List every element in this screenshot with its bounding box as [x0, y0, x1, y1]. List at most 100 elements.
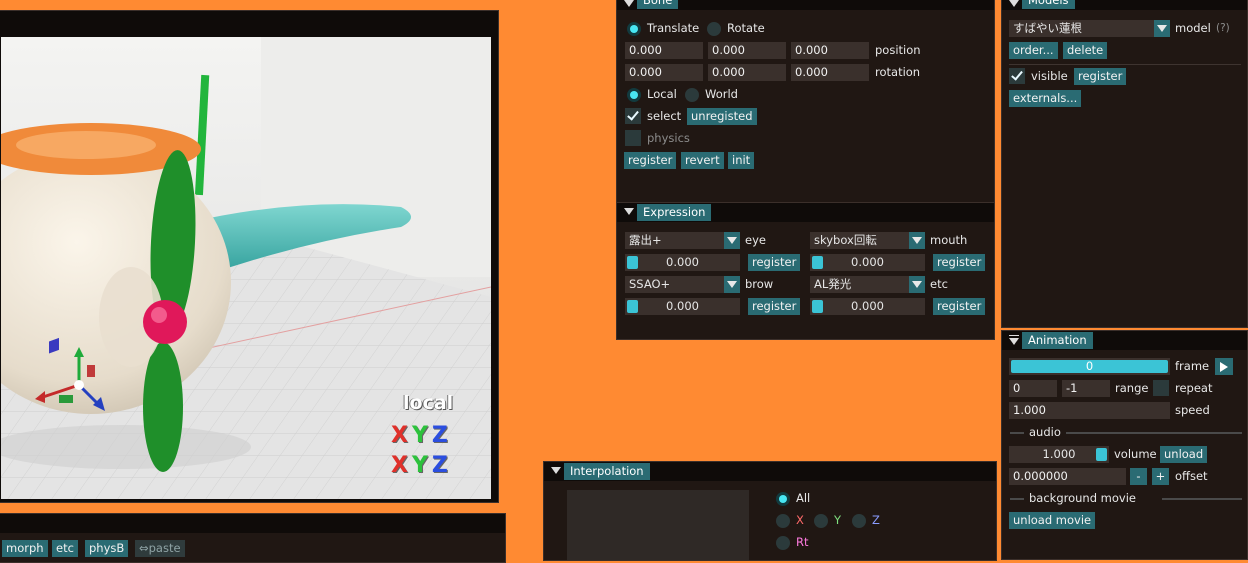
select-checkbox[interactable] — [625, 108, 641, 124]
bone-register-button[interactable]: register — [624, 152, 677, 169]
chevron-down-icon[interactable] — [909, 232, 925, 249]
chevron-down-icon[interactable] — [724, 276, 740, 293]
rotate-radio[interactable] — [707, 22, 721, 36]
mouth-select-value: skybox回転 — [814, 233, 877, 247]
brow-register-button[interactable]: register — [748, 298, 801, 315]
brow-slider[interactable]: 0.000 — [625, 298, 740, 315]
interp-all-radio[interactable] — [776, 492, 790, 506]
range-start-input[interactable]: 0 — [1009, 380, 1057, 397]
speed-input[interactable]: 1.000 — [1009, 402, 1170, 419]
rotate-label: Rotate — [727, 21, 765, 35]
volume-slider[interactable]: 1.000 — [1009, 446, 1109, 463]
collapse-icon[interactable] — [1009, 0, 1019, 7]
brow-select[interactable]: SSAO+ — [625, 276, 740, 293]
rotation-z-input[interactable]: 0.000 — [791, 64, 869, 81]
offset-minus-button[interactable]: - — [1130, 468, 1147, 485]
collapse-icon[interactable] — [624, 208, 634, 215]
interpolation-curve-canvas[interactable] — [567, 490, 749, 560]
unload-movie-button[interactable]: unload movie — [1009, 512, 1096, 529]
position-x-input[interactable]: 0.000 — [625, 42, 703, 59]
axis-x-toggle-2[interactable]: X — [391, 453, 412, 478]
interp-y-radio[interactable] — [814, 514, 828, 528]
mouth-slider[interactable]: 0.000 — [810, 254, 925, 271]
offset-input[interactable]: 0.000000 — [1009, 468, 1126, 485]
chevron-down-icon[interactable] — [724, 232, 740, 249]
audio-separator-left — [1010, 432, 1024, 434]
order-button[interactable]: order... — [1009, 42, 1058, 59]
etc-register-button[interactable]: register — [933, 298, 986, 315]
etc-slider-value: 0.000 — [851, 299, 884, 313]
frame-slider[interactable]: 0 — [1009, 358, 1170, 375]
axis-y-toggle[interactable]: Y — [412, 423, 432, 448]
etc-slider[interactable]: 0.000 — [810, 298, 925, 315]
eye-slider-value: 0.000 — [666, 255, 699, 269]
position-y-input[interactable]: 0.000 — [708, 42, 786, 59]
chevron-down-icon[interactable] — [1154, 20, 1170, 37]
range-label: range — [1115, 381, 1149, 395]
visible-checkbox[interactable] — [1009, 68, 1025, 84]
etc-select[interactable]: AL発光 — [810, 276, 925, 293]
interp-rt-radio[interactable] — [776, 536, 790, 550]
help-icon[interactable]: (?) — [1216, 20, 1230, 37]
delete-button[interactable]: delete — [1063, 42, 1108, 59]
animation-tab[interactable]: Animation — [1022, 332, 1093, 349]
model-select-value: すばやい蓮根 — [1013, 21, 1082, 35]
paste-button[interactable]: ⇔paste — [135, 540, 185, 557]
offset-plus-button[interactable]: + — [1152, 468, 1169, 485]
eye-select[interactable]: 露出+ — [625, 232, 740, 249]
collapse-icon[interactable] — [1009, 335, 1019, 345]
volume-slider-value: 1.000 — [1042, 447, 1076, 461]
interp-x-radio[interactable] — [776, 514, 790, 528]
audio-unload-button[interactable]: unload — [1160, 446, 1208, 463]
physics-checkbox[interactable] — [625, 130, 641, 146]
rotation-y-input[interactable]: 0.000 — [708, 64, 786, 81]
etc-label: etc — [930, 277, 948, 291]
collapse-icon[interactable] — [551, 467, 561, 474]
models-tab[interactable]: Models — [1022, 0, 1075, 9]
viewport-canvas[interactable]: local XYZ XYZ — [1, 37, 491, 499]
mouth-slider-value: 0.000 — [851, 255, 884, 269]
chevron-down-icon[interactable] — [909, 276, 925, 293]
externals-button[interactable]: externals... — [1009, 90, 1082, 107]
models-register-button[interactable]: register — [1074, 68, 1127, 85]
axis-x-toggle[interactable]: X — [391, 423, 412, 448]
viewport-panel: local XYZ XYZ — [0, 10, 499, 503]
world-radio[interactable] — [685, 88, 699, 102]
axis-z-toggle-2[interactable]: Z — [432, 453, 452, 478]
expression-tab[interactable]: Expression — [637, 204, 712, 221]
mouth-select[interactable]: skybox回転 — [810, 232, 925, 249]
world-label: World — [705, 87, 738, 101]
play-button[interactable] — [1215, 358, 1233, 375]
axis-y-toggle-2[interactable]: Y — [412, 453, 432, 478]
physb-button[interactable]: physB — [85, 540, 129, 557]
gizmo-mode-label: local — [403, 392, 454, 414]
position-z-input[interactable]: 0.000 — [791, 42, 869, 59]
rotation-x-input[interactable]: 0.000 — [625, 64, 703, 81]
init-button[interactable]: init — [728, 152, 755, 169]
range-end-input[interactable]: -1 — [1062, 380, 1110, 397]
expression-titlebar: Expression — [617, 203, 994, 222]
eye-slider[interactable]: 0.000 — [625, 254, 740, 271]
interpolation-panel: Interpolation All X Y Z Rt — [543, 461, 997, 561]
local-radio[interactable] — [627, 88, 641, 102]
unregisted-button[interactable]: unregisted — [687, 108, 757, 125]
interpolation-tab[interactable]: Interpolation — [564, 463, 650, 480]
slider-knob[interactable] — [1096, 448, 1107, 461]
etc-button[interactable]: etc — [52, 540, 78, 557]
bgmovie-separator-left — [1010, 498, 1024, 500]
axis-z-toggle[interactable]: Z — [432, 423, 452, 448]
model-select[interactable]: すばやい蓮根 — [1009, 20, 1170, 37]
translate-radio[interactable] — [627, 22, 641, 36]
eye-register-button[interactable]: register — [748, 254, 801, 271]
models-titlebar: Models — [1002, 0, 1247, 10]
mouth-register-button[interactable]: register — [933, 254, 986, 271]
interp-z-radio[interactable] — [852, 514, 866, 528]
collapse-icon[interactable] — [624, 0, 634, 7]
offset-label: offset — [1175, 469, 1208, 483]
bone-titlebar: Bone — [617, 0, 994, 10]
bone-tab[interactable]: Bone — [637, 0, 679, 9]
repeat-checkbox[interactable] — [1153, 380, 1169, 396]
bone-panel: Bone Translate Rotate 0.000 0.000 0.000 … — [616, 0, 995, 206]
revert-button[interactable]: revert — [681, 152, 724, 169]
morph-button[interactable]: morph — [2, 540, 48, 557]
